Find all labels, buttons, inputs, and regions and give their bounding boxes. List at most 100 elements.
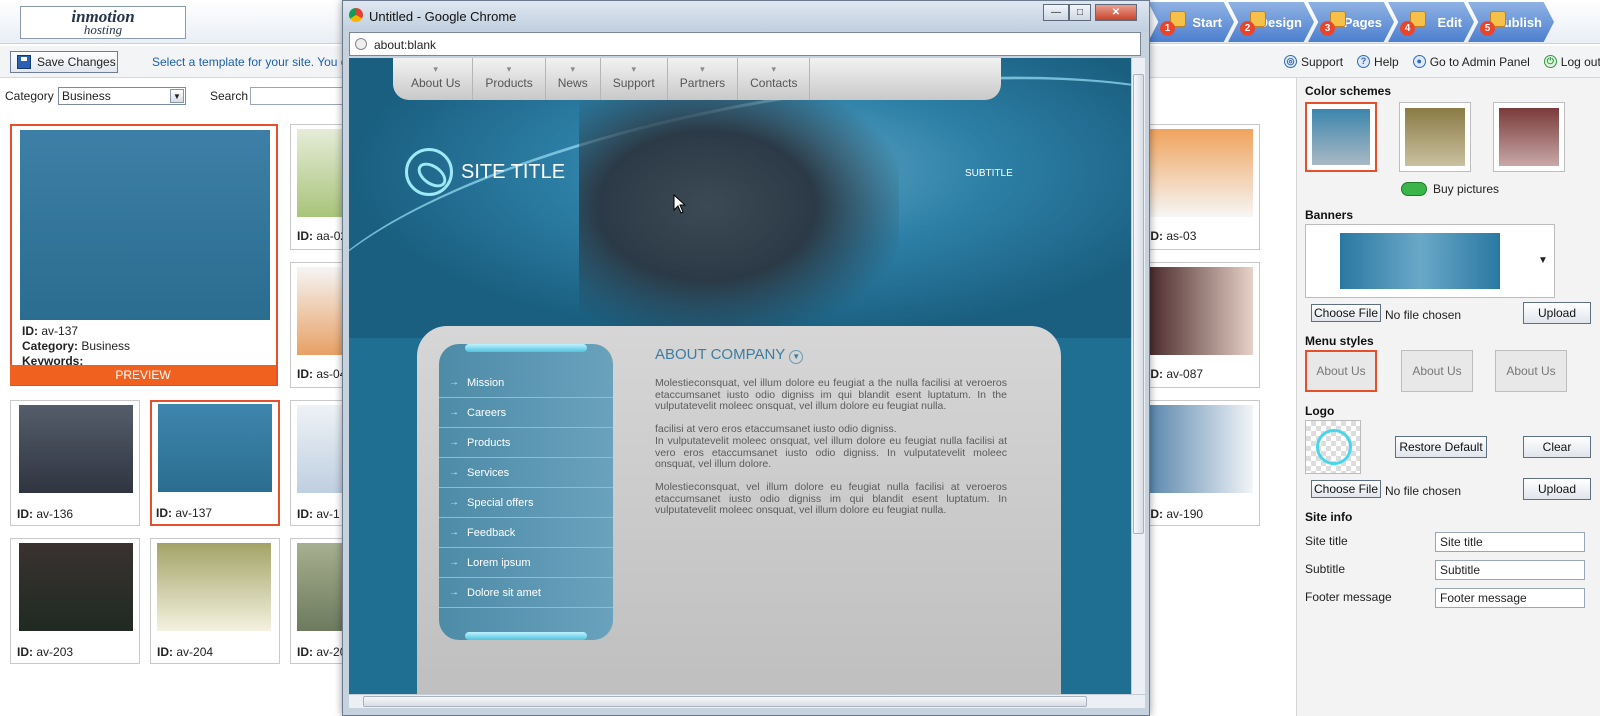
site-logo-icon <box>405 148 453 196</box>
scroll-thumb[interactable] <box>1133 74 1144 534</box>
color-scheme-maroon[interactable] <box>1493 102 1565 172</box>
featured-template-card[interactable]: ID: av-137 Category: Business Keywords: <box>10 124 278 386</box>
nav-item[interactable]: News <box>546 58 601 100</box>
scroll-thumb[interactable] <box>363 696 1087 707</box>
footer-message-input[interactable]: Footer message <box>1435 588 1585 608</box>
save-changes-label: Save Changes <box>37 55 116 69</box>
nav-item[interactable]: Support <box>601 58 668 100</box>
chrome-preview-window: Untitled - Google Chrome — □ ✕ about:bla… <box>342 0 1150 716</box>
template-thumbnail <box>1149 405 1253 493</box>
site-title-label: Site title <box>1305 534 1348 548</box>
logo-file-status: No file chosen <box>1385 484 1462 498</box>
template-card[interactable]: ID: av-20 <box>290 538 351 664</box>
help-icon: ? <box>1357 55 1371 68</box>
template-card[interactable]: ID: av-204 <box>150 538 280 664</box>
logo-upload-button[interactable]: Upload <box>1523 478 1591 500</box>
logo-choose-file-button[interactable]: Choose File <box>1311 480 1381 498</box>
inmotion-logo[interactable]: inmotion hosting <box>20 6 186 39</box>
nav-item[interactable]: Partners <box>668 58 739 100</box>
template-card[interactable]: ID: av-203 <box>10 538 140 664</box>
nav-item[interactable]: Contacts <box>738 58 811 100</box>
template-id: av-137 <box>41 324 79 338</box>
window-titlebar[interactable]: Untitled - Google Chrome — □ ✕ <box>343 1 1149 31</box>
sidebar-item[interactable]: Services <box>439 458 613 488</box>
admin-panel-link[interactable]: ● Go to Admin Panel <box>1412 54 1530 69</box>
support-link[interactable]: ◎ Support <box>1284 55 1343 69</box>
sidebar-item[interactable]: Dolore sit amet <box>439 578 613 608</box>
id-label: ID: <box>17 645 33 659</box>
admin-label: Go to Admin Panel <box>1429 54 1530 69</box>
banner-upload-button[interactable]: Upload <box>1523 302 1591 324</box>
template-id: av-204 <box>176 645 214 659</box>
restore-default-button[interactable]: Restore Default <box>1395 436 1487 458</box>
template-id: as-03 <box>1166 229 1197 243</box>
sidebar-item[interactable]: Careers <box>439 398 613 428</box>
template-card[interactable]: ID: av-190 <box>1140 400 1260 526</box>
search-input[interactable] <box>250 87 346 105</box>
template-id: av-137 <box>175 506 213 520</box>
template-card-selected[interactable]: ID: av-137 <box>150 400 280 526</box>
template-card[interactable]: ID: as-03 <box>1140 124 1260 250</box>
template-card[interactable]: ID: av-1 <box>290 400 351 526</box>
menu-style-2[interactable]: About Us <box>1401 350 1473 392</box>
close-button[interactable]: ✕ <box>1095 4 1137 21</box>
save-changes-button[interactable]: Save Changes <box>10 51 118 73</box>
step-label: Edit <box>1437 14 1462 30</box>
wizard-steps: 1 Start 2 Design 3 Pages 4 Edit 5 Publish <box>1148 2 1554 42</box>
id-label: ID: <box>297 229 313 243</box>
logo-clear-button[interactable]: Clear <box>1523 436 1591 458</box>
template-thumbnail <box>158 404 272 492</box>
menu-style-1[interactable]: About Us <box>1305 350 1377 392</box>
support-label: Support <box>1301 54 1344 69</box>
vertical-scrollbar[interactable] <box>1131 58 1145 696</box>
site-title-input[interactable]: Site title <box>1435 532 1585 552</box>
search-label: Search <box>210 89 249 103</box>
banner-file-status: No file chosen <box>1385 308 1462 322</box>
menu-styles-heading: Menu styles <box>1305 334 1374 348</box>
logout-link[interactable]: ⏻ Log out <box>1543 55 1600 69</box>
scheme-preview <box>1499 108 1559 166</box>
menu-style-3[interactable]: About Us <box>1495 350 1567 392</box>
category-select[interactable]: Business ▼ <box>58 87 186 105</box>
scheme-preview <box>1312 109 1370 165</box>
maximize-button[interactable]: □ <box>1069 4 1091 21</box>
template-id: av-190 <box>1166 507 1204 521</box>
step-edit[interactable]: 4 Edit <box>1388 2 1474 42</box>
step-start[interactable]: 1 Start <box>1148 2 1234 42</box>
step-design[interactable]: 2 Design <box>1228 2 1314 42</box>
minimize-button[interactable]: — <box>1043 4 1069 21</box>
sidebar-item[interactable]: Products <box>439 428 613 458</box>
banner-select[interactable]: ▼ <box>1305 224 1555 298</box>
sidebar-item[interactable]: Lorem ipsum <box>439 548 613 578</box>
horizontal-scrollbar[interactable] <box>349 694 1145 708</box>
address-bar[interactable]: about:blank <box>349 32 1141 56</box>
category-field-label: Category: <box>22 339 79 353</box>
nav-item[interactable]: Products <box>473 58 546 100</box>
sidebar-item[interactable]: Feedback <box>439 518 613 548</box>
about-heading: ABOUT COMPANY ▼ <box>655 346 804 364</box>
menu-style-label: About Us <box>1506 364 1556 378</box>
template-card[interactable]: ID: av-087 <box>1140 262 1260 388</box>
help-link[interactable]: ? Help <box>1357 55 1399 69</box>
banner-photo <box>579 98 899 338</box>
step-label: Pages <box>1343 14 1382 30</box>
template-card[interactable]: ID: aa-02 <box>290 124 351 250</box>
color-scheme-olive[interactable] <box>1399 102 1471 172</box>
logo-heading: Logo <box>1305 404 1335 418</box>
nav-item[interactable]: About Us <box>399 58 474 100</box>
step-pages[interactable]: 3 Pages <box>1308 2 1394 42</box>
buy-pictures-link[interactable]: Buy pictures <box>1401 182 1499 196</box>
about-paragraph: Molestieconsquat, vel illum dolore eu fe… <box>655 377 1007 412</box>
template-card[interactable]: ID: as-04 <box>290 262 351 388</box>
sidebar-item[interactable]: Mission <box>439 368 613 398</box>
color-scheme-blue[interactable] <box>1305 102 1377 172</box>
step-publish[interactable]: 5 Publish <box>1468 2 1554 42</box>
preview-button[interactable]: PREVIEW <box>10 365 276 385</box>
template-card[interactable]: ID: av-136 <box>10 400 140 526</box>
account-links: ◎ Support ? Help ● Go to Admin Panel ⏻ Log o… <box>1278 46 1600 78</box>
step-label: Start <box>1192 14 1222 30</box>
banner-choose-file-button[interactable]: Choose File <box>1311 304 1381 322</box>
subtitle-input[interactable]: Subtitle <box>1435 560 1585 580</box>
buy-pictures-icon <box>1401 182 1427 196</box>
sidebar-item[interactable]: Special offers <box>439 488 613 518</box>
